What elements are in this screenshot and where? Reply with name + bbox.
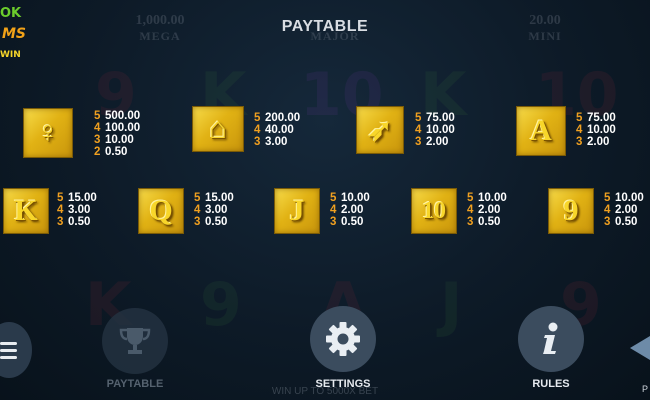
paytable-nine: 5 10.00 4 2.00 3 0.50	[604, 192, 644, 228]
symbol-queen: Q	[138, 188, 184, 234]
queen-icon: Q	[149, 194, 173, 227]
paytable-goddess: 5 500.00 4 100.00 3 10.00 2 0.50	[94, 110, 141, 158]
paytable-ace: 5 75.00 4 10.00 3 2.00	[576, 112, 616, 148]
ten-icon: 10	[422, 197, 446, 224]
gear-icon	[326, 322, 360, 356]
symbol-king: K	[3, 188, 49, 234]
bg-glyph: 9	[200, 270, 242, 340]
temple-icon: ⌂	[208, 112, 227, 145]
ace-icon: A	[530, 114, 552, 147]
paytable-ten: 5 10.00 4 2.00 3 0.50	[467, 192, 507, 228]
symbol-ace: A	[516, 106, 566, 156]
paytable-button[interactable]	[102, 308, 168, 374]
trophy-icon	[119, 328, 151, 354]
prev-page-arrow-icon[interactable]	[630, 336, 650, 360]
paytable-arrow: 5 75.00 4 10.00 3 2.00	[415, 112, 455, 148]
nine-icon: 9	[563, 194, 579, 227]
bg-glyph: J	[440, 270, 463, 340]
logo-text-3: WIN	[0, 50, 21, 60]
jack-icon: J	[289, 194, 305, 227]
max-win-note: WIN UP TO 5000X BET	[271, 386, 379, 397]
paytable-temple: 5 200.00 4 40.00 3 3.00	[254, 112, 301, 148]
settings-button[interactable]	[310, 306, 376, 372]
symbol-jack: J	[274, 188, 320, 234]
symbol-temple: ⌂	[192, 106, 244, 152]
paytable-king: 5 15.00 4 3.00 3 0.50	[57, 192, 97, 228]
page-title: PAYTABLE	[281, 18, 369, 35]
symbol-nine: 9	[548, 188, 594, 234]
symbol-goddess-archer: ♀	[23, 108, 73, 158]
symbol-ten: 10	[411, 188, 457, 234]
rules-button[interactable]	[518, 306, 584, 372]
menu-icon[interactable]	[0, 342, 17, 363]
arrow-icon: ➶	[367, 113, 393, 147]
symbol-arrow: ➶	[356, 106, 404, 154]
paytable-queen: 5 15.00 4 3.00 3 0.50	[194, 192, 234, 228]
paytable-jack: 5 10.00 4 2.00 3 0.50	[330, 192, 370, 228]
king-icon: K	[14, 194, 38, 227]
info-icon	[543, 322, 558, 354]
goddess-icon: ♀	[36, 116, 60, 149]
